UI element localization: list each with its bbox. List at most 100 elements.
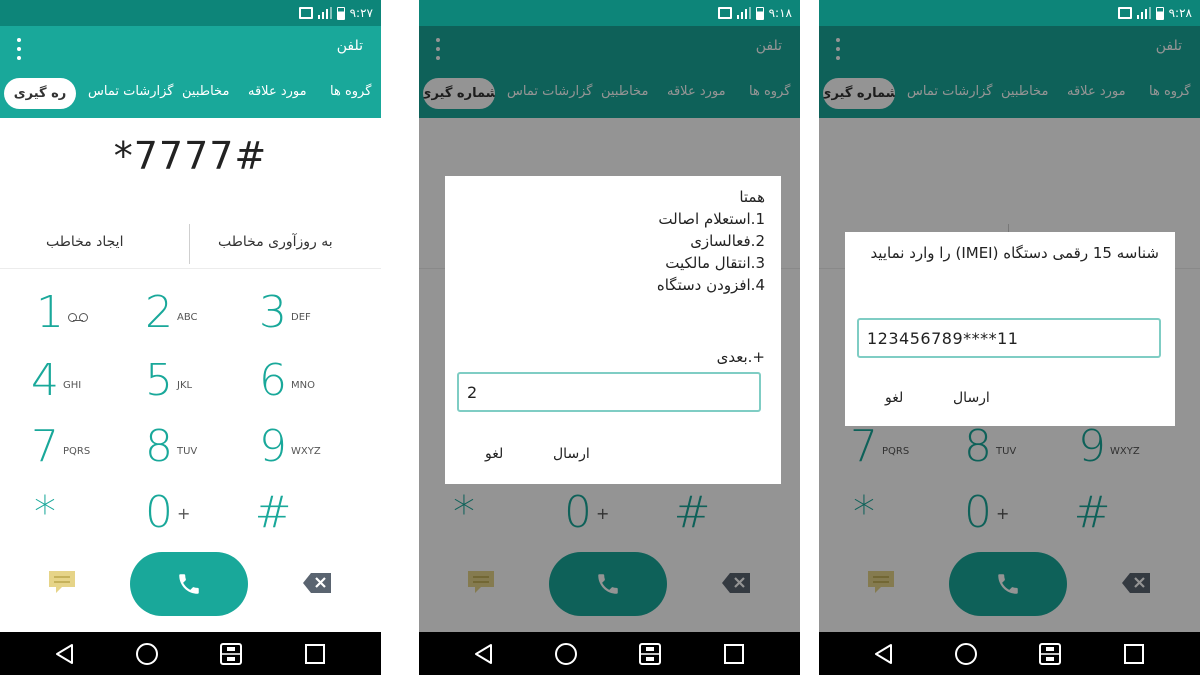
dialog-message: همتا 1.استعلام اصالت 2.فعالسازی 3.انتقال… <box>656 188 765 294</box>
voicemail-icon <box>68 313 88 322</box>
key-letters: PQRS <box>63 445 91 457</box>
status-icons: ۹:۲۸ <box>1117 3 1192 23</box>
key-8[interactable]: 8 TUV <box>116 416 236 476</box>
ussd-menu-dialog: همتا 1.استعلام اصالت 2.فعالسازی 3.انتقال… <box>445 176 781 484</box>
status-bar: ۹:۱۸ <box>419 0 800 26</box>
backspace-icon[interactable] <box>302 572 332 594</box>
status-time: ۹:۱۸ <box>768 6 792 20</box>
divider <box>189 224 190 264</box>
key-digit: * <box>34 486 56 538</box>
message-icon[interactable] <box>48 570 76 594</box>
status-icons: ۹:۱۸ <box>717 3 792 23</box>
contact-actions: ایجاد مخاطب به روزآوری مخاطب <box>0 222 381 268</box>
key-2[interactable]: 2 ABC <box>116 282 236 342</box>
signal-icon <box>1136 7 1151 19</box>
dialog-next-option: +.بعدی <box>716 348 765 366</box>
tab-dialer[interactable]: ره گیری <box>4 78 76 109</box>
key-digit: 5 <box>145 354 173 406</box>
sim-icon <box>1117 7 1132 19</box>
back-icon[interactable] <box>52 642 78 666</box>
navigation-bar <box>419 632 800 675</box>
key-letters: GHI <box>63 379 82 391</box>
key-star[interactable]: * <box>2 482 122 542</box>
create-contact-button[interactable]: ایجاد مخاطب <box>46 234 123 250</box>
dialog-message: شناسه 15 رقمی دستگاه (IMEI) را وارد نمای… <box>870 244 1159 262</box>
tab-groups[interactable]: گروه ها <box>330 84 371 99</box>
key-6[interactable]: 6 MNO <box>230 350 350 410</box>
app-title: تلفن <box>336 38 363 54</box>
key-letters: + <box>177 503 191 523</box>
key-hash[interactable]: # <box>230 482 350 542</box>
home-icon[interactable] <box>553 642 579 666</box>
status-bar: ۹:۲۸ <box>819 0 1200 26</box>
call-button[interactable] <box>130 552 248 616</box>
sim-icon <box>298 7 313 19</box>
dialer-content: *7777# ایجاد مخاطب به روزآوری مخاطب 1 2 AB… <box>0 118 381 632</box>
key-7[interactable]: 7 PQRS <box>2 416 122 476</box>
recents-icon[interactable] <box>721 642 747 666</box>
imei-input-dialog: شناسه 15 رقمی دستگاه (IMEI) را وارد نمای… <box>845 232 1175 426</box>
home-icon[interactable] <box>953 642 979 666</box>
key-0[interactable]: 0 + <box>116 482 236 542</box>
cancel-button[interactable]: لغو <box>485 446 503 462</box>
key-5[interactable]: 5 JKL <box>116 350 236 410</box>
dual-sim-icon[interactable] <box>1037 642 1063 666</box>
key-letters: TUV <box>177 445 198 457</box>
key-digit: 8 <box>145 420 173 472</box>
status-bar: ۹:۲۷ <box>0 0 381 26</box>
send-button[interactable]: ارسال <box>953 390 990 406</box>
navigation-bar <box>819 632 1200 675</box>
key-digit: 4 <box>31 354 59 406</box>
battery-icon <box>1155 6 1164 20</box>
back-icon[interactable] <box>471 642 497 666</box>
key-3[interactable]: 3 DEF <box>230 282 350 342</box>
status-icons: ۹:۲۷ <box>298 3 373 23</box>
dialer-bottom-row <box>0 550 381 620</box>
key-digit: # <box>254 486 292 538</box>
back-icon[interactable] <box>871 642 897 666</box>
tab-contacts[interactable]: مخاطبین <box>182 84 229 99</box>
tab-bar: گروه ها مورد علاقه مخاطبین گزارشات تماس … <box>0 70 381 118</box>
tab-call-logs[interactable]: گزارشات تماس <box>88 84 173 99</box>
key-digit: 2 <box>145 286 173 338</box>
signal-icon <box>317 7 332 19</box>
key-letters: MNO <box>291 379 315 391</box>
update-contact-button[interactable]: به روزآوری مخاطب <box>218 234 333 250</box>
key-digit: 7 <box>31 420 59 472</box>
key-1[interactable]: 1 <box>2 282 122 342</box>
dialog-response-input[interactable]: 2 <box>457 372 761 412</box>
recents-icon[interactable] <box>302 642 328 666</box>
dual-sim-icon[interactable] <box>637 642 663 666</box>
send-button[interactable]: ارسال <box>553 446 590 462</box>
cancel-button[interactable]: لغو <box>885 390 903 406</box>
status-time: ۹:۲۷ <box>349 6 373 20</box>
divider-line <box>0 268 381 269</box>
navigation-bar <box>0 632 381 675</box>
key-letters: JKL <box>177 379 193 391</box>
key-9[interactable]: 9 WXYZ <box>230 416 350 476</box>
key-digit: 9 <box>259 420 287 472</box>
imei-input[interactable]: 123456789****11 <box>857 318 1161 358</box>
menu-icon[interactable] <box>14 38 24 60</box>
recents-icon[interactable] <box>1121 642 1147 666</box>
dialed-number: *7777# <box>113 134 268 178</box>
key-digit: 3 <box>259 286 287 338</box>
phone-icon <box>179 574 199 594</box>
app-bar: تلفن <box>0 26 381 70</box>
tab-favorites[interactable]: مورد علاقه <box>248 84 307 99</box>
phone-screen-menu-dialog: ۹:۱۸ تلفن گروه ها مورد علاقه مخاطبین گزا… <box>419 0 800 675</box>
key-letters: DEF <box>291 311 311 323</box>
key-letters: ABC <box>177 311 198 323</box>
battery-icon <box>336 6 345 20</box>
key-digit: 1 <box>36 286 64 338</box>
dual-sim-icon[interactable] <box>218 642 244 666</box>
phone-screen-imei-dialog: ۹:۲۸ تلفن گروه ها مورد علاقه مخاطبین گزا… <box>819 0 1200 675</box>
key-digit: 6 <box>259 354 287 406</box>
home-icon[interactable] <box>134 642 160 666</box>
sim-icon <box>717 7 732 19</box>
key-digit: 0 <box>145 486 173 538</box>
battery-icon <box>755 6 764 20</box>
key-4[interactable]: 4 GHI <box>2 350 122 410</box>
phone-screen-dialer: ۹:۲۷ تلفن گروه ها مورد علاقه مخاطبین گزا… <box>0 0 381 675</box>
status-time: ۹:۲۸ <box>1168 6 1192 20</box>
